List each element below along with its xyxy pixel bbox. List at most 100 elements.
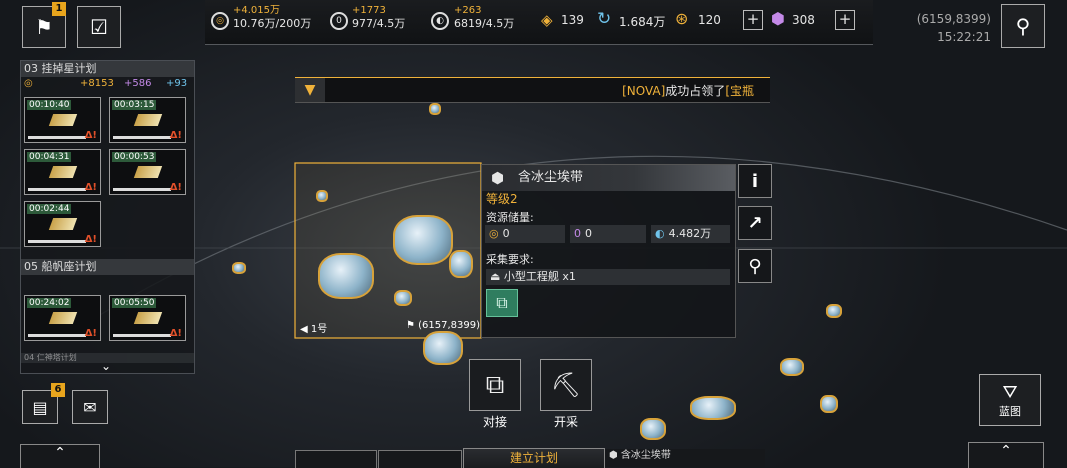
bottom-left-tab[interactable]: ⌃: [20, 444, 100, 468]
fleet-label[interactable]: ◀ 1号: [300, 320, 327, 335]
share-button[interactable]: ↗: [738, 206, 772, 240]
add-coin-button[interactable]: +: [743, 10, 763, 30]
requirement-label: 采集要求:: [486, 253, 534, 266]
ice-asteroid[interactable]: [318, 253, 374, 299]
warning-icon: Δ!: [169, 328, 182, 339]
alliance-icon: ▼: [295, 78, 325, 102]
ship-icon: [48, 166, 78, 178]
purple-resource-icon: 0: [330, 12, 348, 30]
ice-asteroid[interactable]: [826, 304, 842, 318]
info-level: 等级2: [486, 192, 518, 206]
blueprint-icon: ⛛: [1002, 381, 1018, 403]
storage-label: 资源储量:: [486, 211, 534, 224]
plans-panel: 03 挂掉星计划 ◎ +8153 +586 +93 00:10:40 Δ! 00:…: [20, 60, 195, 374]
premium-count: 308: [792, 13, 815, 27]
bottom-slot[interactable]: [295, 450, 377, 468]
info-title-bar: ⬢ 含冰尘埃带: [482, 165, 735, 191]
alerts-badge: 1: [52, 2, 66, 16]
ship-icon: [48, 114, 78, 126]
drill-icon: ⛏: [550, 371, 582, 399]
dock-label: 对接: [482, 415, 507, 429]
dock-icon: ⧉: [485, 369, 505, 400]
mail-button[interactable]: ✉: [72, 390, 108, 424]
task-card[interactable]: 00:02:44 Δ!: [24, 201, 101, 247]
blue-icon: ◐: [655, 227, 665, 240]
requirement-row: ⏏ 小型工程舰 x1: [486, 269, 730, 285]
ice-asteroid-large[interactable]: [393, 215, 453, 265]
task-card[interactable]: 00:03:15 Δ!: [109, 97, 186, 143]
task-card[interactable]: 00:10:40 Δ!: [24, 97, 101, 143]
bottom-right-tab[interactable]: ⌃: [968, 442, 1044, 468]
ice-asteroid[interactable]: [780, 358, 804, 376]
info-title: 含冰尘埃带: [518, 170, 584, 185]
tasks-button[interactable]: ☑: [77, 6, 121, 48]
banner-text: [NOVA]成功占领了[宝瓶: [622, 84, 754, 98]
ship-icon: [48, 218, 78, 230]
blue-resource-icon: ◐: [431, 12, 449, 30]
warning-icon: Δ!: [84, 130, 97, 141]
ice-asteroid[interactable]: [449, 250, 473, 278]
ship-icon: [133, 114, 163, 126]
ice-asteroid[interactable]: [820, 395, 838, 413]
triangle-count: 139: [561, 13, 584, 27]
plan-header[interactable]: 05 船帆座计划: [21, 259, 194, 275]
purple-icon: 0: [574, 227, 581, 240]
purple-resource: +1773 977/4.5万: [352, 5, 406, 30]
build-plan-button[interactable]: 建立计划: [463, 448, 605, 468]
cube-icon: ⬢: [609, 450, 618, 461]
bottom-slot[interactable]: [378, 450, 462, 468]
warning-icon: Δ!: [84, 234, 97, 245]
coin-count: 120: [698, 13, 721, 27]
mine-button[interactable]: ⛏: [540, 359, 592, 411]
blueprint-button[interactable]: ⛛ 蓝图: [979, 374, 1041, 426]
warning-icon: Δ!: [169, 182, 182, 193]
chevron-up-icon: ⌃: [54, 445, 66, 461]
task-card[interactable]: 00:05:50 Δ!: [109, 295, 186, 341]
gold-stat-icon: ◎: [24, 78, 33, 89]
requirement-value: 小型工程舰 x1: [503, 270, 576, 283]
gold-resource-icon: ◎: [211, 12, 229, 30]
resource-bar: ◎ +4.015万 10.76万/200万 0 +1773 977/4.5万 ◐…: [205, 0, 873, 45]
plan-header[interactable]: 03 挂掉星计划: [21, 61, 194, 77]
crystal-count: 1.684万: [619, 15, 666, 29]
task-card[interactable]: 00:04:31 Δ!: [24, 149, 101, 195]
coin-icon: ⊛: [675, 9, 689, 28]
beacon-icon: ⚑: [35, 15, 53, 39]
ice-asteroid[interactable]: [316, 190, 328, 202]
ice-asteroid[interactable]: [232, 262, 246, 274]
add-premium-button[interactable]: +: [835, 10, 855, 30]
storage-gold: ◎ 0: [485, 225, 565, 243]
document-icon: ▤: [32, 397, 48, 417]
ice-asteroid[interactable]: [394, 290, 412, 306]
pin-icon: ⚲: [1015, 14, 1031, 38]
triangle-currency-icon: ◈: [541, 11, 553, 29]
ice-asteroid[interactable]: [690, 396, 736, 420]
crystal-icon: ↻: [597, 9, 612, 29]
ship-icon: [133, 166, 163, 178]
task-card[interactable]: 00:00:53 Δ!: [109, 149, 186, 195]
pin-icon: ⚲: [748, 255, 762, 277]
plan-stats: ◎ +8153 +586 +93: [24, 78, 188, 89]
expand-chevron-icon[interactable]: ⌄: [101, 359, 111, 373]
ice-asteroid[interactable]: [640, 418, 666, 440]
notification-banner: ▼ [NOVA]成功占领了[宝瓶: [295, 77, 770, 103]
blueprint-label: 蓝图: [999, 404, 1021, 418]
gold-icon: ◎: [489, 227, 499, 240]
bookmark-button[interactable]: ⚲: [1001, 4, 1045, 48]
location-clock: (6159,8399) 15:22:21: [905, 10, 991, 46]
dock-button[interactable]: ⧉: [469, 359, 521, 411]
checklist-icon: ☑: [90, 15, 108, 39]
ship-small-icon: ⏏: [490, 270, 501, 283]
info-icon: i: [751, 170, 759, 192]
warning-icon: Δ!: [84, 328, 97, 339]
clock: 15:22:21: [937, 30, 991, 44]
mine-label: 开采: [553, 415, 578, 429]
ice-asteroid[interactable]: [429, 103, 441, 115]
bookmark-location-button[interactable]: ⚲: [738, 249, 772, 283]
task-card[interactable]: 00:24:02 Δ!: [24, 295, 101, 341]
ice-asteroid[interactable]: [423, 331, 463, 365]
dock-link-icon[interactable]: ⧉: [486, 289, 518, 317]
info-button[interactable]: i: [738, 164, 772, 198]
premium-icon: ⬢: [771, 9, 785, 28]
warning-icon: Δ!: [84, 182, 97, 193]
